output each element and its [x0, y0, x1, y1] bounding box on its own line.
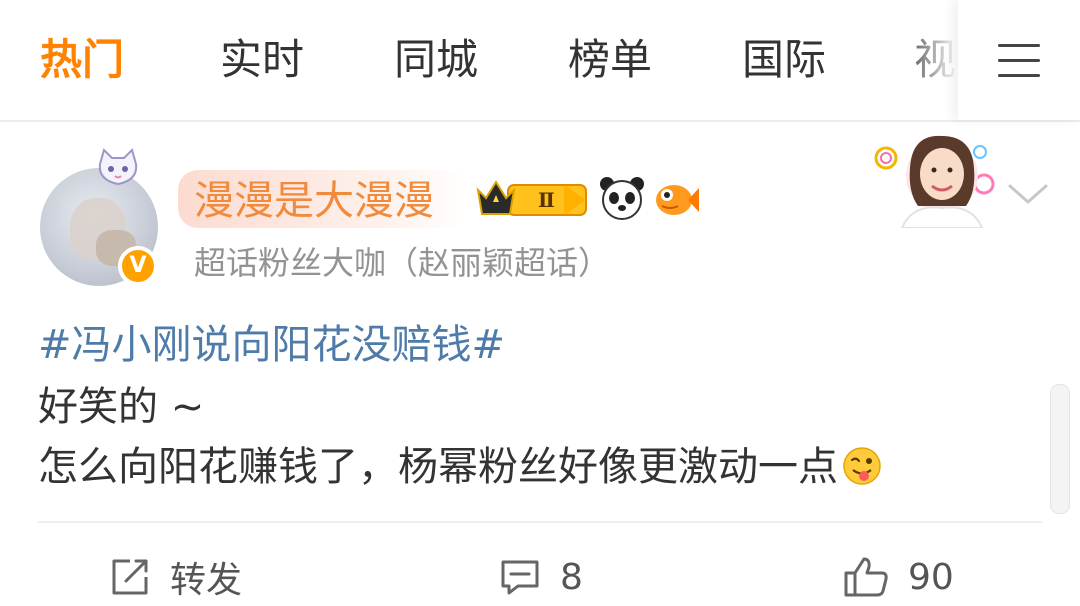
- post-line-2-wrapper: 怎么向阳花赚钱了，杨幂粉丝好像更激动一点: [38, 438, 1038, 496]
- share-icon: [112, 559, 148, 595]
- comment-button[interactable]: 8: [498, 548, 583, 606]
- tab-hot[interactable]: 热门: [40, 30, 124, 90]
- weibo-feed-screen: 热门 实时 同城 榜单 国际 视 V 漫漫是大漫漫 Ⅱ: [0, 0, 1080, 606]
- top-tab-bar: 热门 实时 同城 榜单 国际 视: [0, 0, 1080, 122]
- repost-button[interactable]: 转发: [108, 548, 242, 606]
- tab-fade-overlay: [898, 0, 958, 120]
- repost-label: 转发: [170, 560, 243, 601]
- tab-international[interactable]: 国际: [742, 30, 826, 90]
- decoration-card-icon[interactable]: [872, 128, 996, 228]
- author-name[interactable]: 漫漫是大漫漫: [194, 174, 434, 228]
- like-count: 90: [908, 556, 954, 598]
- menu-button[interactable]: [958, 0, 1080, 120]
- crown-level-text: Ⅱ: [538, 188, 555, 212]
- post-divider: [38, 521, 1042, 523]
- crown-level-badge-icon: Ⅱ: [476, 180, 587, 216]
- tongue-wink-emoji-icon: [843, 447, 881, 485]
- tab-realtime[interactable]: 实时: [220, 30, 304, 90]
- tab-rankings[interactable]: 榜单: [568, 30, 652, 90]
- chevron-down-icon[interactable]: [1006, 180, 1050, 210]
- post-hashtag[interactable]: #冯小刚说向阳花没赔钱#: [38, 316, 1038, 374]
- cat-avatar-ornament-icon: [98, 148, 138, 186]
- panda-badge-icon: [600, 177, 644, 220]
- goldfish-badge-icon: [656, 185, 699, 215]
- post-line-1: 好笑的 ~: [38, 384, 205, 430]
- comment-count: 8: [560, 556, 583, 598]
- verified-badge: V: [118, 246, 158, 286]
- comment-icon: [501, 560, 539, 595]
- tab-local[interactable]: 同城: [394, 30, 478, 90]
- post-line-2: 怎么向阳花赚钱了，杨幂粉丝好像更激动一点: [38, 444, 838, 490]
- author-title[interactable]: 超话粉丝大咖（赵丽颖超话）: [194, 238, 610, 288]
- like-button[interactable]: 90: [842, 548, 954, 606]
- scrollbar-thumb[interactable]: [1050, 384, 1070, 514]
- thumbs-up-icon: [844, 557, 888, 597]
